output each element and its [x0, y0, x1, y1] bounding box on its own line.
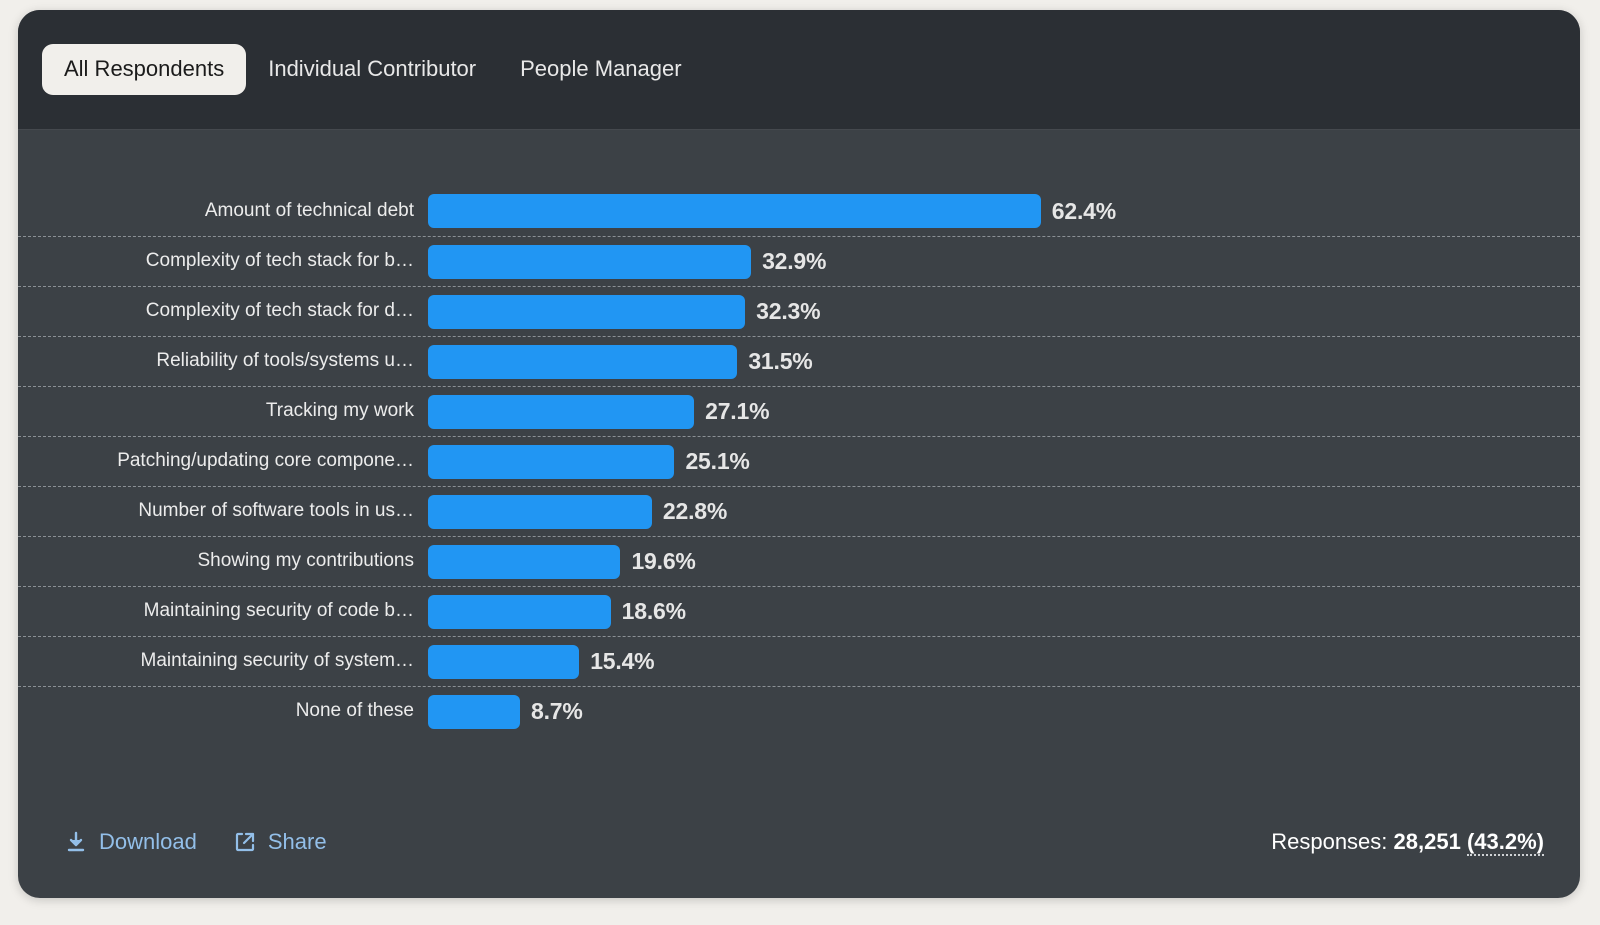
responses-label: Responses:	[1271, 829, 1388, 854]
chart-row[interactable]: Reliability of tools/systems u… 31.5%	[18, 336, 1580, 386]
chart-bar[interactable]	[428, 494, 652, 529]
chart-bar-wrapper: 27.1%	[428, 387, 1580, 436]
chart-row-label: Reliability of tools/systems u…	[156, 350, 414, 372]
chart-row-label: Amount of technical debt	[204, 199, 414, 221]
tab-bar: All Respondents Individual Contributor P…	[18, 10, 1580, 130]
download-label: Download	[99, 829, 197, 854]
tab-people-manager[interactable]: People Manager	[498, 44, 703, 94]
chart-bar-value: 25.1%	[685, 448, 750, 474]
chart-bar[interactable]	[428, 294, 746, 329]
chart-row-label: Patching/updating core compone…	[117, 450, 414, 472]
chart-bar[interactable]	[428, 344, 738, 379]
chart-bar-wrapper: 18.6%	[428, 587, 1580, 636]
tab-individual-contributor[interactable]: Individual Contributor	[246, 44, 498, 94]
chart-bar-value: 62.4%	[1051, 197, 1116, 224]
chart-row-label: Complexity of tech stack for d…	[145, 300, 414, 322]
chart-bar-value: 22.8%	[662, 498, 728, 524]
chart-bar[interactable]	[428, 694, 520, 729]
chart-bar-wrapper: 19.6%	[428, 537, 1580, 586]
download-button[interactable]: Download	[64, 829, 197, 855]
chart-bar-wrapper: 32.3%	[428, 287, 1580, 336]
chart-row[interactable]: Complexity of tech stack for d… 32.3%	[18, 286, 1580, 336]
responses-summary: Responses: 28,251 (43.2%)	[1271, 829, 1544, 856]
chart-bar[interactable]	[428, 594, 611, 629]
download-icon	[64, 830, 88, 854]
chart-row-label: Tracking my work	[265, 400, 414, 422]
chart-row-label: Complexity of tech stack for b…	[145, 250, 414, 272]
chart-row[interactable]: Amount of technical debt 62.4%	[18, 186, 1580, 236]
chart-row[interactable]: Showing my contributions 19.6%	[18, 536, 1580, 586]
chart-bar-wrapper: 25.1%	[428, 437, 1580, 486]
chart-bar[interactable]	[428, 394, 695, 429]
chart-bar-wrapper: 62.4%	[428, 186, 1580, 236]
chart-bar-value: 8.7%	[531, 698, 583, 724]
chart-bar-value: 19.6%	[631, 548, 696, 574]
share-button[interactable]: Share	[233, 829, 327, 855]
horizontal-bar-chart: Amount of technical debt 62.4% Complexity …	[18, 131, 1580, 786]
footer-actions: Download Share	[64, 829, 327, 855]
chart-bar[interactable]	[428, 444, 675, 479]
chart-bar-value: 18.6%	[621, 598, 686, 624]
chart-bar[interactable]	[428, 244, 752, 279]
chart-bar-wrapper: 32.9%	[428, 237, 1580, 286]
chart-row-label: Showing my contributions	[197, 550, 415, 572]
chart-row[interactable]: Tracking my work 27.1%	[18, 386, 1580, 436]
chart-bar-value: 32.9%	[762, 248, 827, 274]
chart-bar-wrapper: 22.8%	[428, 487, 1580, 536]
responses-count: 28,251	[1393, 829, 1461, 854]
chart-row-label: None of these	[295, 700, 414, 722]
chart-bar[interactable]	[428, 544, 621, 579]
chart-bar-value: 15.4%	[590, 648, 655, 674]
chart-bar-value: 27.1%	[705, 398, 770, 424]
chart-row[interactable]: None of these 8.7%	[18, 686, 1580, 736]
external-link-icon	[233, 830, 257, 854]
chart-row[interactable]: Maintaining security of system… 15.4%	[18, 636, 1580, 686]
tab-all-respondents[interactable]: All Respondents	[42, 44, 247, 95]
chart-bar-value: 31.5%	[748, 348, 813, 374]
chart-bar-wrapper: 8.7%	[428, 687, 1580, 736]
chart-row[interactable]: Complexity of tech stack for b… 32.9%	[18, 236, 1580, 286]
chart-footer: Download Share Responses: 28,251 (43.2%)	[18, 786, 1580, 898]
chart-bar[interactable]	[428, 194, 1041, 228]
share-label: Share	[267, 829, 327, 854]
chart-bar-value: 32.3%	[756, 298, 821, 324]
chart-row[interactable]: Number of software tools in us… 22.8%	[18, 486, 1580, 536]
survey-result-card: All Respondents Individual Contributor P…	[18, 10, 1580, 898]
chart-row[interactable]: Maintaining security of code b… 18.6%	[18, 586, 1580, 636]
chart-row-label: Number of software tools in us…	[138, 500, 414, 522]
chart-bar-wrapper: 31.5%	[428, 337, 1580, 386]
responses-percent[interactable]: (43.2%)	[1466, 829, 1544, 856]
chart-bar-wrapper: 15.4%	[428, 637, 1580, 686]
chart-row-label: Maintaining security of code b…	[143, 600, 414, 622]
chart-row-label: Maintaining security of system…	[140, 650, 415, 672]
chart-bar[interactable]	[428, 644, 580, 679]
chart-row[interactable]: Patching/updating core compone… 25.1%	[18, 436, 1580, 486]
